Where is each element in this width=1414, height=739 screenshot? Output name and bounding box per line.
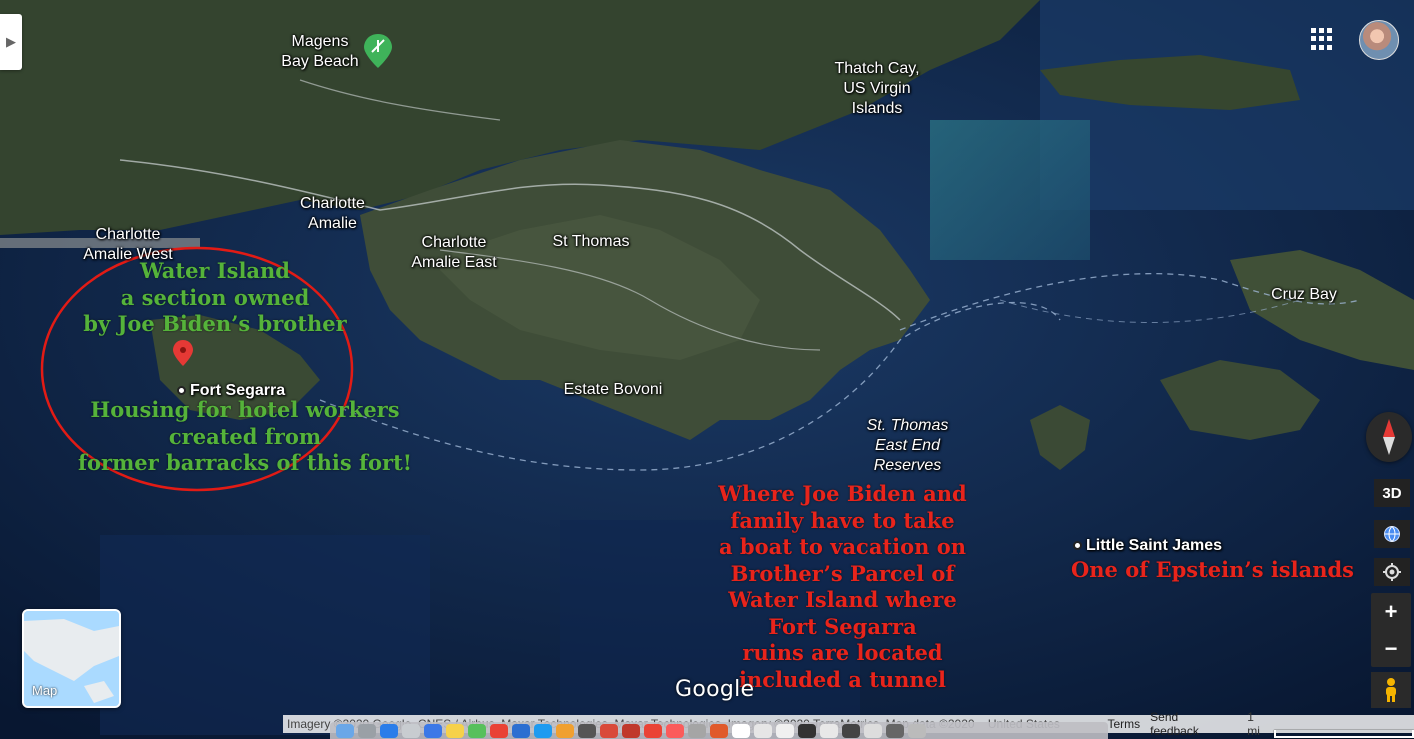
- label-charlotte-amalie-east[interactable]: Charlotte Amalie East: [402, 233, 506, 273]
- apps-grid-icon[interactable]: [1311, 28, 1333, 50]
- compass-icon: [1383, 419, 1395, 455]
- dock-app-icon[interactable]: [534, 723, 552, 738]
- compass-button[interactable]: [1366, 412, 1412, 462]
- dock-app-icon[interactable]: [402, 723, 420, 738]
- google-logo: Google: [675, 677, 755, 702]
- dock-app-icon[interactable]: [358, 723, 376, 738]
- label-magens-bay[interactable]: Magens Bay Beach: [270, 32, 370, 72]
- zoom-in-button[interactable]: +: [1371, 593, 1411, 630]
- label-st-thomas[interactable]: St Thomas: [540, 232, 642, 252]
- annotation-boat: Where Joe Biden and family have to take …: [718, 481, 967, 692]
- 3d-toggle-button[interactable]: 3D: [1374, 479, 1410, 507]
- map-layer-toggle[interactable]: Map: [22, 609, 121, 708]
- dock-app-icon[interactable]: [600, 723, 618, 738]
- dock-app-icon[interactable]: [622, 723, 640, 738]
- zoom-control: + −: [1371, 593, 1411, 667]
- label-little-saint-james[interactable]: Little Saint James: [1073, 516, 1263, 556]
- label-charlotte-amalie[interactable]: Charlotte Amalie: [280, 194, 385, 234]
- label-thatch-cay[interactable]: Thatch Cay, US Virgin Islands: [812, 59, 942, 119]
- dock-app-icon[interactable]: [908, 723, 926, 738]
- crosshair-icon: [1383, 563, 1401, 581]
- scale-label: 1 mi: [1247, 710, 1260, 738]
- label-fort-segarra[interactable]: Fort Segarra: [177, 361, 317, 401]
- dock-app-icon[interactable]: [446, 723, 464, 738]
- expand-side-panel-button[interactable]: ▶: [0, 14, 22, 70]
- dock-app-icon[interactable]: [710, 723, 728, 738]
- globe-icon: [1384, 526, 1400, 542]
- chevron-right-icon: ▶: [6, 34, 16, 49]
- dock-app-icon[interactable]: [842, 723, 860, 738]
- minimap-label: Map: [32, 683, 58, 698]
- os-dock: [330, 722, 1108, 739]
- dock-app-icon[interactable]: [864, 723, 882, 738]
- scale-bar[interactable]: 1 mi: [1247, 710, 1414, 738]
- scale-ruler: [1273, 730, 1414, 738]
- dock-app-icon[interactable]: [666, 723, 684, 738]
- label-estate-bovoni[interactable]: Estate Bovoni: [553, 380, 673, 400]
- label-cruz-bay[interactable]: Cruz Bay: [1264, 285, 1344, 305]
- account-avatar[interactable]: [1359, 20, 1399, 60]
- annotation-housing: Housing for hotel workers created from f…: [77, 397, 412, 475]
- street-view-pegman[interactable]: [1371, 672, 1411, 708]
- send-feedback-link[interactable]: Send feedback: [1150, 710, 1229, 738]
- satellite-map[interactable]: Magens Bay Beach Thatch Cay, US Virgin I…: [0, 0, 1414, 739]
- dock-app-icon[interactable]: [578, 723, 596, 738]
- dock-app-icon[interactable]: [380, 723, 398, 738]
- dock-app-icon[interactable]: [336, 723, 354, 738]
- dock-app-icon[interactable]: [820, 723, 838, 738]
- dock-app-icon[interactable]: [424, 723, 442, 738]
- dock-app-icon[interactable]: [468, 723, 486, 738]
- dock-app-icon[interactable]: [886, 723, 904, 738]
- my-location-button[interactable]: [1374, 558, 1410, 586]
- dock-app-icon[interactable]: [798, 723, 816, 738]
- zoom-out-button[interactable]: −: [1371, 630, 1411, 667]
- terms-link[interactable]: Terms: [1107, 717, 1140, 731]
- dock-app-icon[interactable]: [644, 723, 662, 738]
- globe-view-button[interactable]: [1374, 520, 1410, 548]
- dock-app-icon[interactable]: [688, 723, 706, 738]
- poi-dot-icon: [177, 386, 186, 396]
- dock-app-icon[interactable]: [776, 723, 794, 738]
- dock-app-icon[interactable]: [754, 723, 772, 738]
- dock-app-icon[interactable]: [490, 723, 508, 738]
- poi-dot-icon: [1073, 541, 1082, 551]
- dock-app-icon[interactable]: [556, 723, 574, 738]
- dock-app-icon[interactable]: [512, 723, 530, 738]
- pegman-icon: [1386, 678, 1396, 702]
- annotation-epstein: One of Epstein’s islands: [1070, 557, 1354, 582]
- label-east-end-reserves[interactable]: St. Thomas East End Reserves: [850, 416, 965, 476]
- dock-app-icon[interactable]: [732, 723, 750, 738]
- annotation-water-island: Water Island a section owned by Joe Bide…: [83, 258, 347, 336]
